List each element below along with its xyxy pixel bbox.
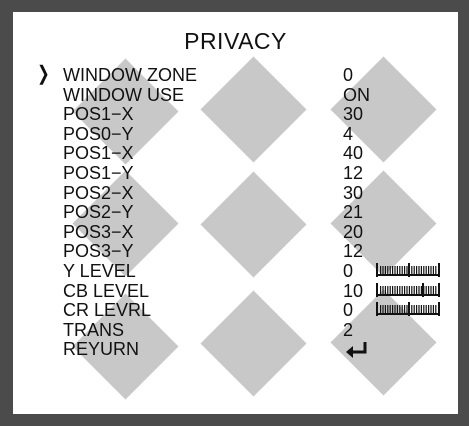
return-enter-icon xyxy=(346,342,367,359)
menu-item[interactable]: REYURN xyxy=(13,338,458,360)
level-slider[interactable] xyxy=(376,282,440,297)
monitor-frame: PRIVACY ❯ WINDOW ZONE 0 WINDOW USE ON POS1−X 3… xyxy=(0,0,469,426)
menu-item-label: REYURN xyxy=(63,339,140,360)
level-marker xyxy=(408,302,410,317)
level-marker xyxy=(422,282,424,297)
menu-title: PRIVACY xyxy=(184,28,287,54)
level-marker xyxy=(408,263,410,277)
level-slider[interactable] xyxy=(376,263,440,277)
osd-screen: PRIVACY ❯ WINDOW ZONE 0 WINDOW USE ON POS1−X 3… xyxy=(13,12,458,414)
level-slider[interactable] xyxy=(376,302,440,317)
arrow-right-icon: ❯ xyxy=(37,63,50,85)
